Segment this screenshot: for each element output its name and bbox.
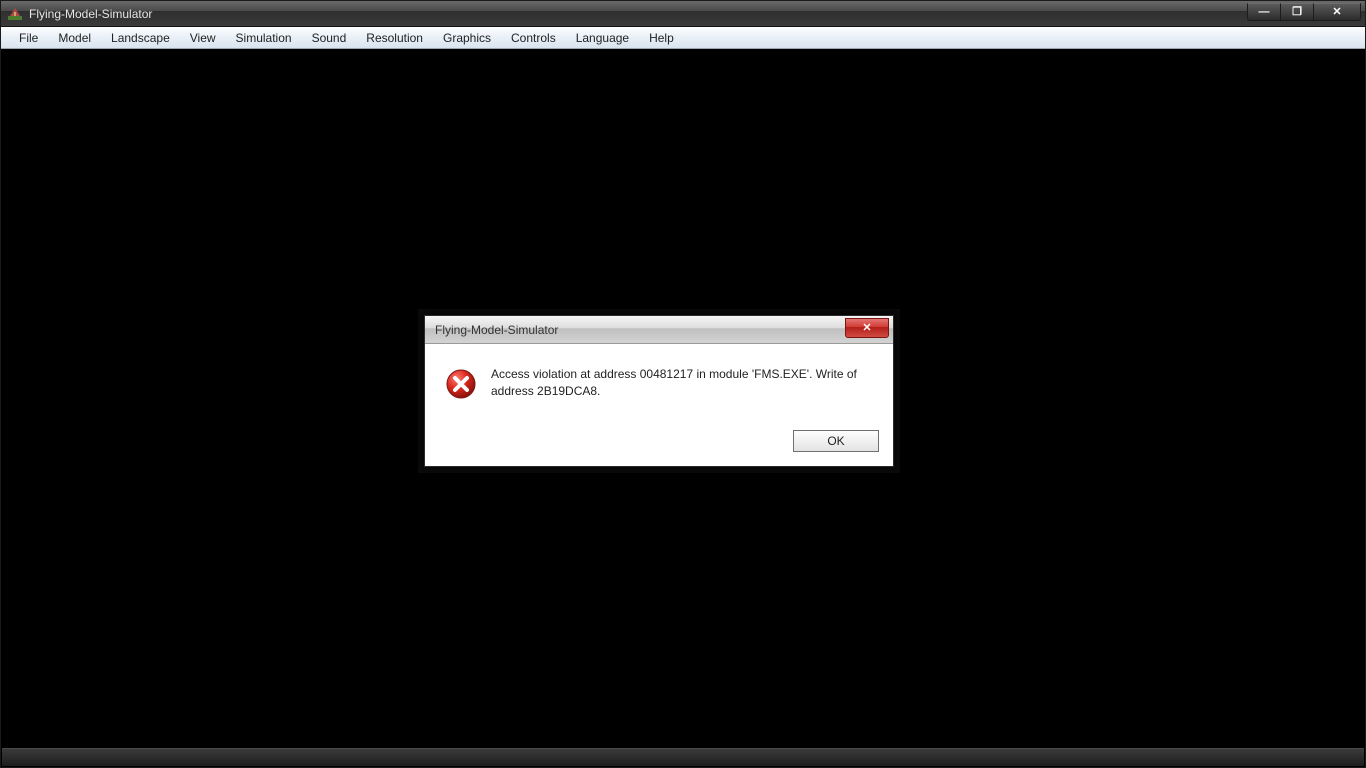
dialog-body: Access violation at address 00481217 in … (425, 344, 893, 422)
menu-resolution[interactable]: Resolution (356, 29, 433, 47)
menu-simulation[interactable]: Simulation (226, 29, 302, 47)
error-dialog: Flying-Model-Simulator ✕ (424, 315, 894, 467)
menu-landscape[interactable]: Landscape (101, 29, 180, 47)
close-icon: ✕ (1332, 5, 1341, 18)
menu-view[interactable]: View (180, 29, 226, 47)
maximize-icon: ❐ (1292, 5, 1302, 18)
menu-controls[interactable]: Controls (501, 29, 566, 47)
menu-help[interactable]: Help (639, 29, 684, 47)
error-icon (445, 368, 477, 400)
app-icon (7, 6, 23, 22)
app-title: Flying-Model-Simulator (29, 7, 152, 21)
dialog-close-button[interactable]: ✕ (845, 318, 889, 338)
menu-language[interactable]: Language (566, 29, 639, 47)
app-window: Flying-Model-Simulator — ❐ ✕ File Model … (0, 0, 1366, 768)
close-button[interactable]: ✕ (1313, 3, 1361, 21)
dialog-message: Access violation at address 00481217 in … (491, 366, 873, 401)
ok-button[interactable]: OK (793, 430, 879, 452)
dialog-title: Flying-Model-Simulator (435, 323, 558, 337)
menu-graphics[interactable]: Graphics (433, 29, 501, 47)
minimize-icon: — (1259, 6, 1270, 18)
dialog-button-row: OK (425, 422, 893, 466)
menu-sound[interactable]: Sound (302, 29, 357, 47)
maximize-button[interactable]: ❐ (1280, 3, 1314, 21)
menu-model[interactable]: Model (48, 29, 101, 47)
menubar: File Model Landscape View Simulation Sou… (1, 27, 1365, 49)
statusbar (2, 748, 1364, 766)
dialog-titlebar[interactable]: Flying-Model-Simulator ✕ (425, 316, 893, 344)
minimize-button[interactable]: — (1247, 3, 1281, 21)
ok-button-label: OK (827, 434, 844, 448)
window-controls: — ❐ ✕ (1248, 3, 1361, 21)
close-icon: ✕ (862, 321, 871, 334)
titlebar[interactable]: Flying-Model-Simulator — ❐ ✕ (1, 1, 1365, 27)
menu-file[interactable]: File (9, 29, 48, 47)
